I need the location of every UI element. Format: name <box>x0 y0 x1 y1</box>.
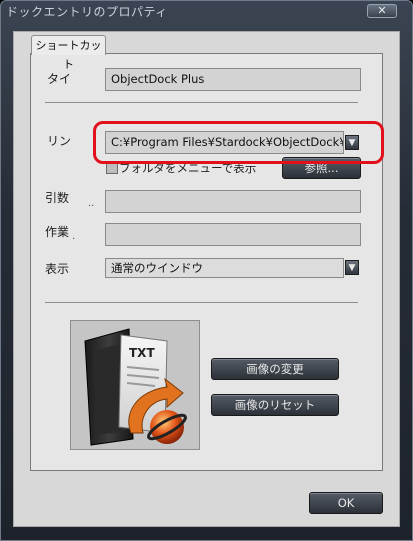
working-dir-input[interactable] <box>105 223 361 246</box>
highlight-outline <box>93 121 384 164</box>
close-icon: ✕ <box>377 4 387 17</box>
ok-button[interactable]: OK <box>309 492 383 514</box>
title-bar[interactable]: ドックエントリのプロパティ <box>0 0 413 24</box>
svg-text:TXT: TXT <box>129 346 155 360</box>
change-image-button[interactable]: 画像の変更 <box>211 358 339 380</box>
display-select[interactable]: 通常のウインドウ <box>105 258 344 278</box>
tab-shortcut[interactable]: ショートカット <box>31 35 106 71</box>
text-file-with-orange-arrow-icon: TXT <box>84 328 187 446</box>
reset-image-button[interactable]: 画像のリセット <box>211 394 339 416</box>
working-dir-label: 作業 <box>45 225 70 239</box>
chevron-down-icon: ▼ <box>348 263 356 273</box>
image-preview: TXT <box>70 320 200 450</box>
divider <box>45 302 358 303</box>
window-title: ドックエントリのプロパティ <box>6 5 168 19</box>
arguments-label: 引数 <box>45 191 70 205</box>
arguments-input[interactable] <box>105 190 361 213</box>
display-label: 表示 <box>45 262 70 276</box>
close-button[interactable]: ✕ <box>367 4 397 18</box>
link-label: リン <box>47 134 72 148</box>
divider <box>45 102 358 103</box>
title-label: タイ <box>47 72 72 86</box>
title-input[interactable]: ObjectDock Plus <box>105 68 361 91</box>
arguments-label-dots: .. <box>88 198 95 209</box>
display-dropdown-button[interactable]: ▼ <box>345 260 359 275</box>
working-dir-label-dot: . <box>72 231 76 242</box>
